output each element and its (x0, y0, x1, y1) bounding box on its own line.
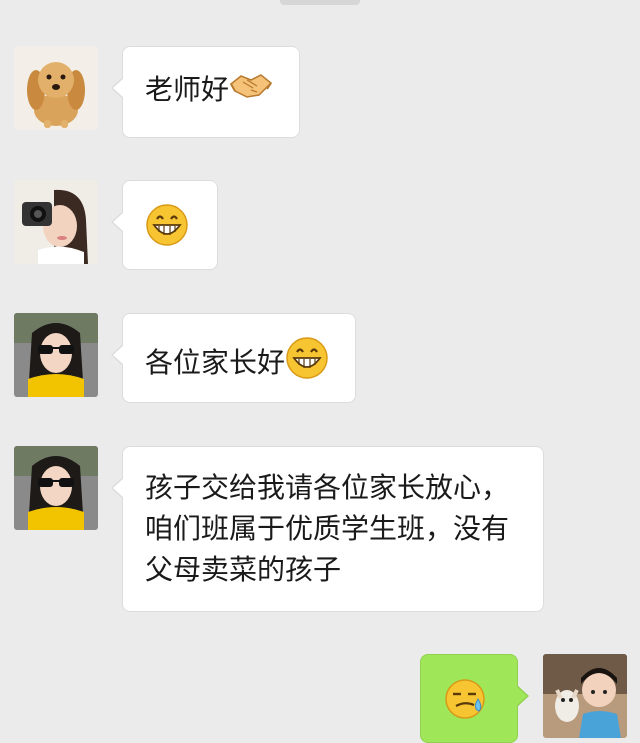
message-text-line: 孩子交给我请各位家长放心， (145, 471, 510, 504)
message-bubble[interactable]: 各位家长好 (111, 313, 356, 403)
message-bubble[interactable]: 孩子交给我请各位家长放心， 咱们班属于优质学生班，没有 父母卖菜的孩子 (111, 446, 544, 612)
dog-avatar[interactable] (14, 46, 98, 130)
message-text-line: 咱们班属于优质学生班，没有 (145, 512, 510, 545)
handshake-emoji-icon (229, 70, 273, 112)
grin-emoji-icon (145, 203, 189, 259)
top-edge-indicator (280, 0, 360, 5)
camera-girl-avatar[interactable] (14, 180, 98, 264)
message-text-line: 父母卖菜的孩子 (145, 553, 342, 586)
sunglasses-girl-avatar[interactable] (14, 313, 98, 397)
sunglasses-girl-avatar[interactable] (14, 446, 98, 530)
message-bubble[interactable] (111, 180, 218, 270)
sweat-smirk-emoji-icon (443, 677, 487, 733)
message-bubble-outgoing[interactable] (420, 654, 529, 743)
grin-emoji-icon (285, 336, 329, 392)
message-text: 各位家长好 (145, 346, 286, 379)
message-bubble[interactable]: 老师好 (111, 46, 300, 138)
boy-with-dog-avatar[interactable] (543, 654, 627, 738)
message-text: 老师好 (145, 73, 230, 106)
